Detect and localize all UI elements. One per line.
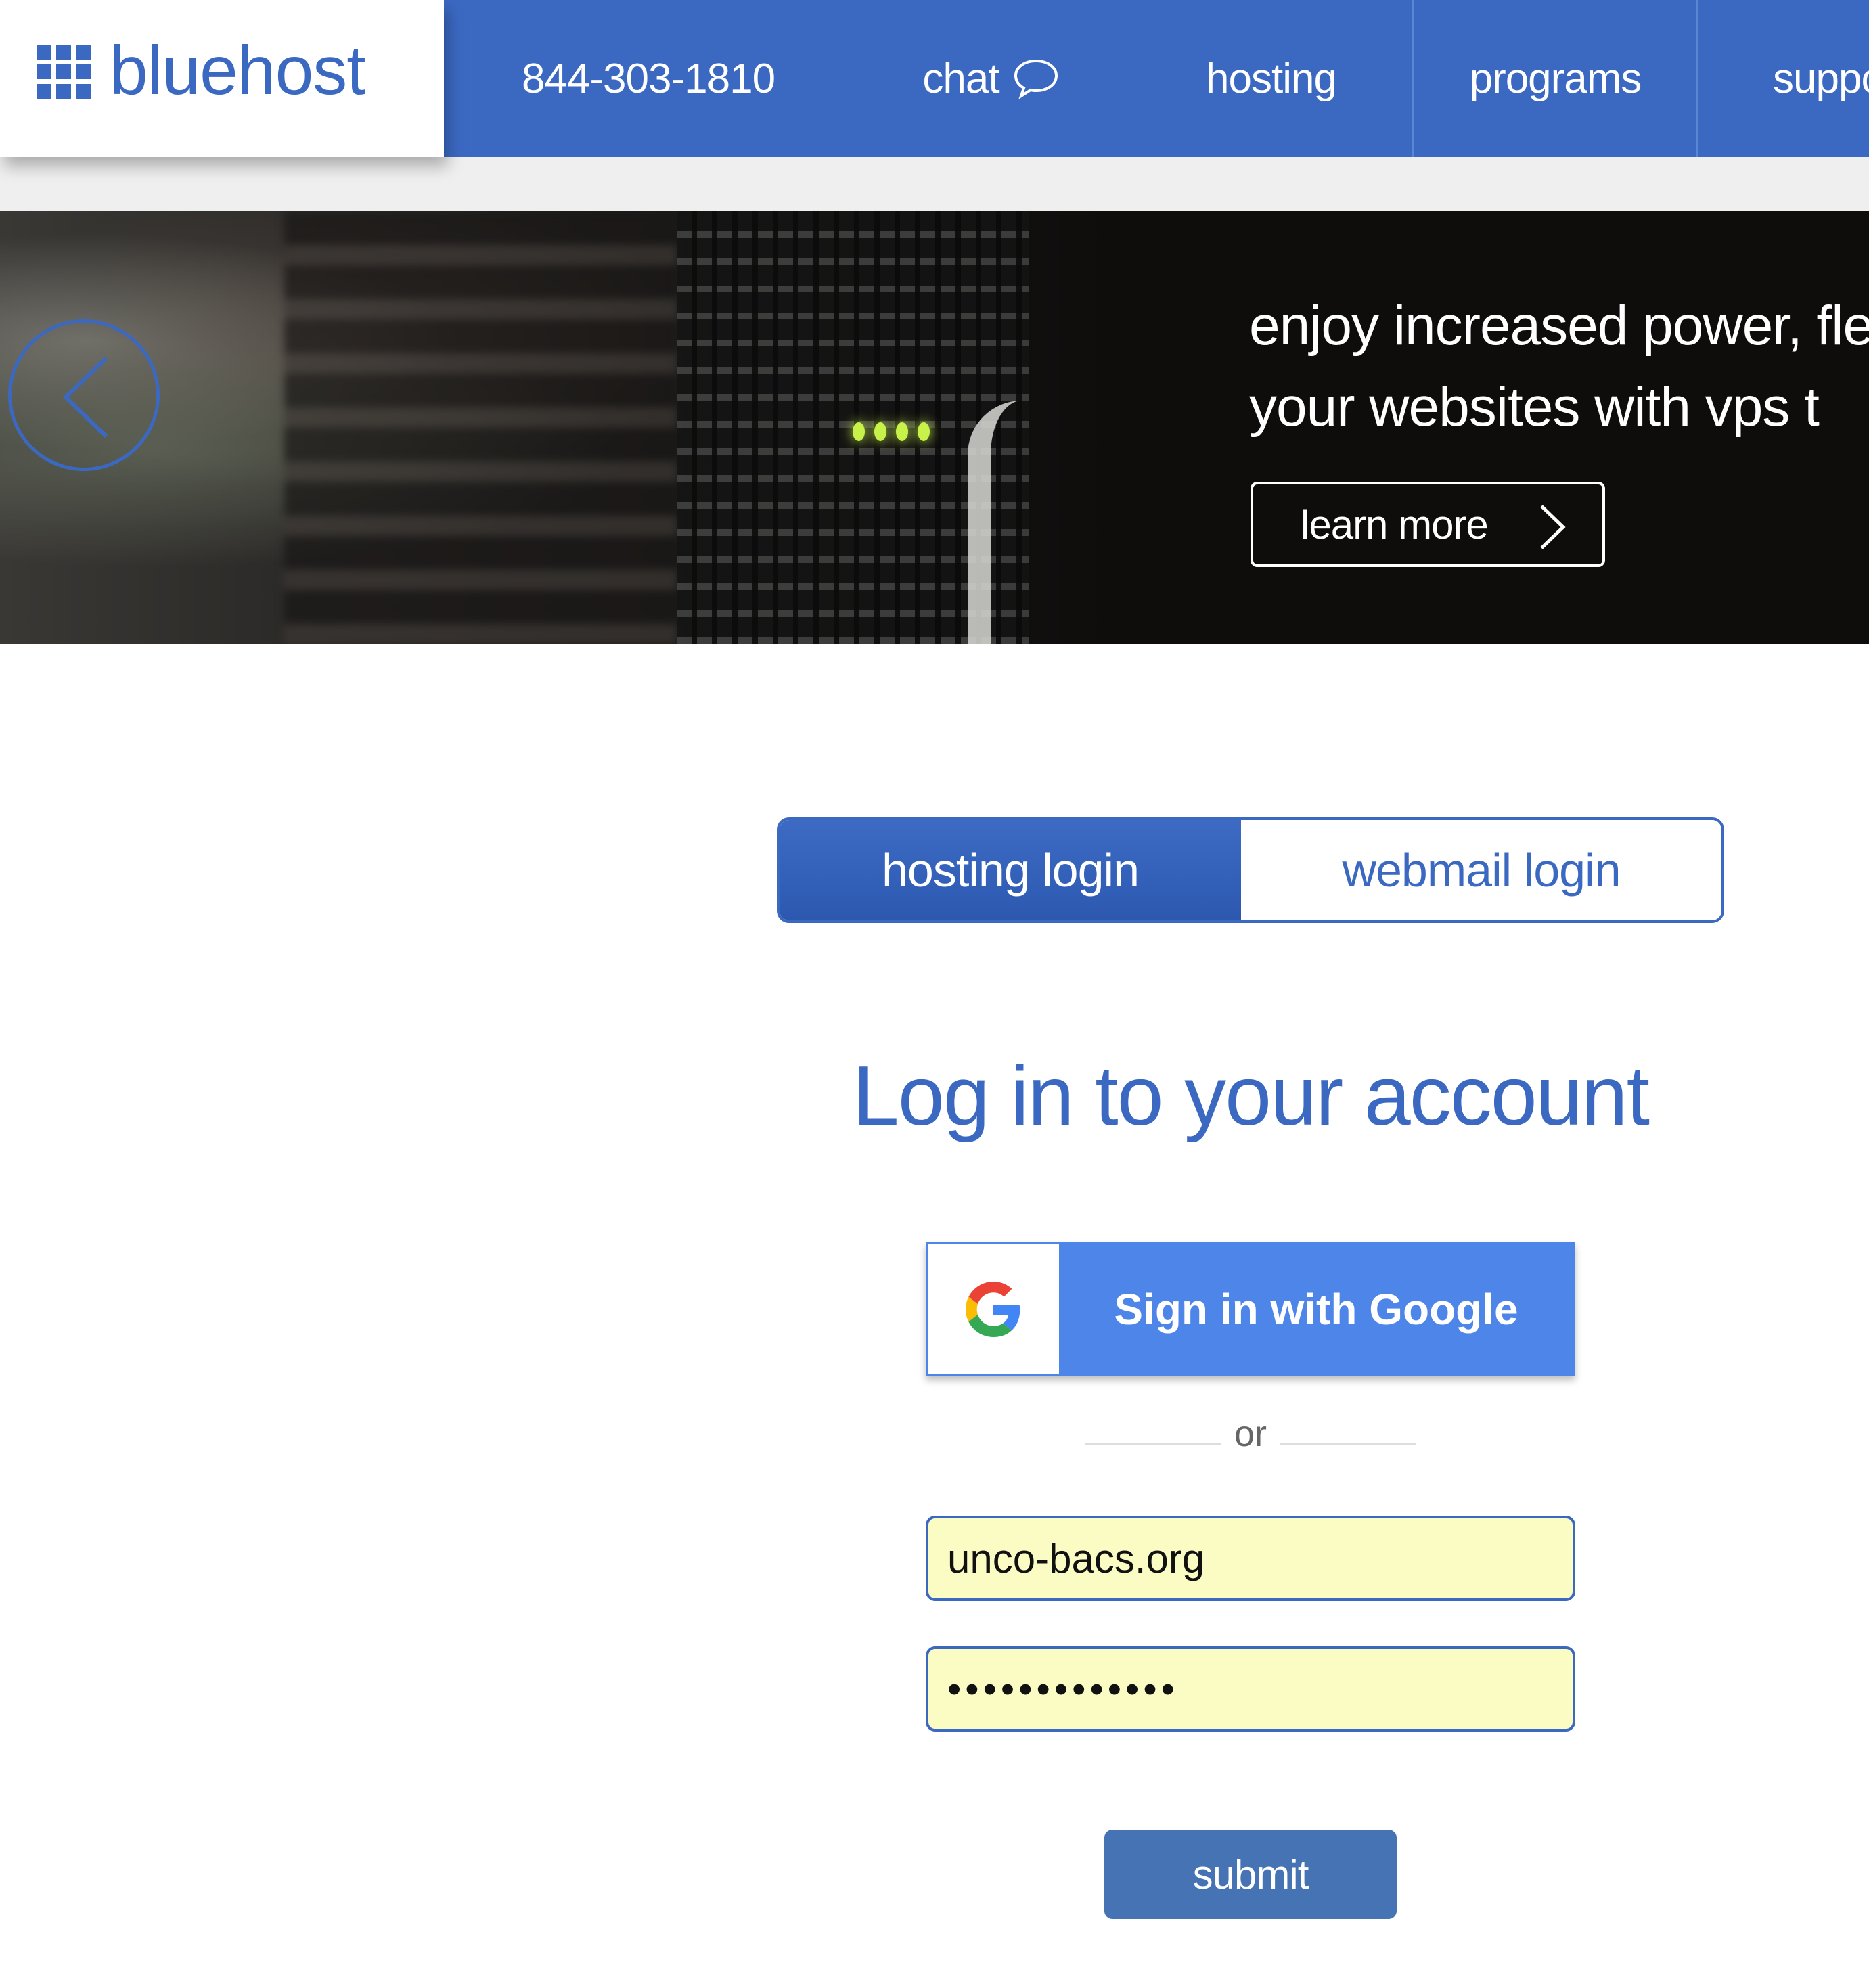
carousel-prev-button[interactable] (8, 319, 160, 471)
tab-webmail-login[interactable]: webmail login (1241, 820, 1721, 920)
or-text: or (1234, 1414, 1267, 1454)
login-tabs: hosting login webmail login (777, 817, 1724, 923)
password-field[interactable] (926, 1646, 1575, 1732)
header-band (0, 157, 1869, 211)
submit-button[interactable]: submit (1104, 1830, 1397, 1919)
nav-chat-label: chat (922, 55, 999, 102)
server-leds (853, 422, 930, 441)
tab-hosting-login[interactable]: hosting login (780, 820, 1241, 920)
hero-banner: enjoy increased power, fle your websites… (0, 211, 1869, 644)
site-header: bluehost 844-303-1810 chat hosting progr… (0, 0, 1869, 157)
logo-grid-icon (37, 45, 91, 99)
hero-line-2: your websites with vps t (1249, 376, 1820, 438)
learn-more-label: learn more (1301, 501, 1489, 547)
hero-headline: enjoy increased power, fle your websites… (1249, 286, 1869, 448)
google-logo-box (928, 1244, 1059, 1374)
chevron-right-icon (1540, 505, 1566, 549)
hero-line-1: enjoy increased power, fle (1249, 295, 1869, 357)
login-title: Log in to your account (852, 1049, 1650, 1143)
chat-bubble-icon (1014, 59, 1058, 99)
google-sign-in-label: Sign in with Google (1114, 1285, 1518, 1334)
learn-more-button[interactable]: learn more (1251, 482, 1605, 567)
or-separator: or (1085, 1407, 1416, 1462)
server-handle (968, 401, 1049, 644)
google-g-icon (966, 1282, 1020, 1337)
chevron-left-icon (62, 356, 108, 438)
nav-support[interactable]: suppo (1698, 0, 1869, 157)
logo-text: bluehost (110, 32, 366, 109)
server-rack-blur (284, 211, 677, 644)
main-nav: 844-303-1810 chat hosting programs suppo (444, 0, 1869, 157)
nav-chat[interactable]: chat (853, 0, 1130, 157)
logo[interactable]: bluehost (0, 0, 444, 157)
nav-programs[interactable]: programs (1414, 0, 1698, 157)
google-sign-in-button[interactable]: Sign in with Google (926, 1242, 1575, 1376)
nav-hosting[interactable]: hosting (1130, 0, 1414, 157)
nav-phone[interactable]: 844-303-1810 (444, 0, 853, 157)
username-field[interactable] (926, 1516, 1575, 1601)
or-divider-right (1280, 1443, 1416, 1445)
